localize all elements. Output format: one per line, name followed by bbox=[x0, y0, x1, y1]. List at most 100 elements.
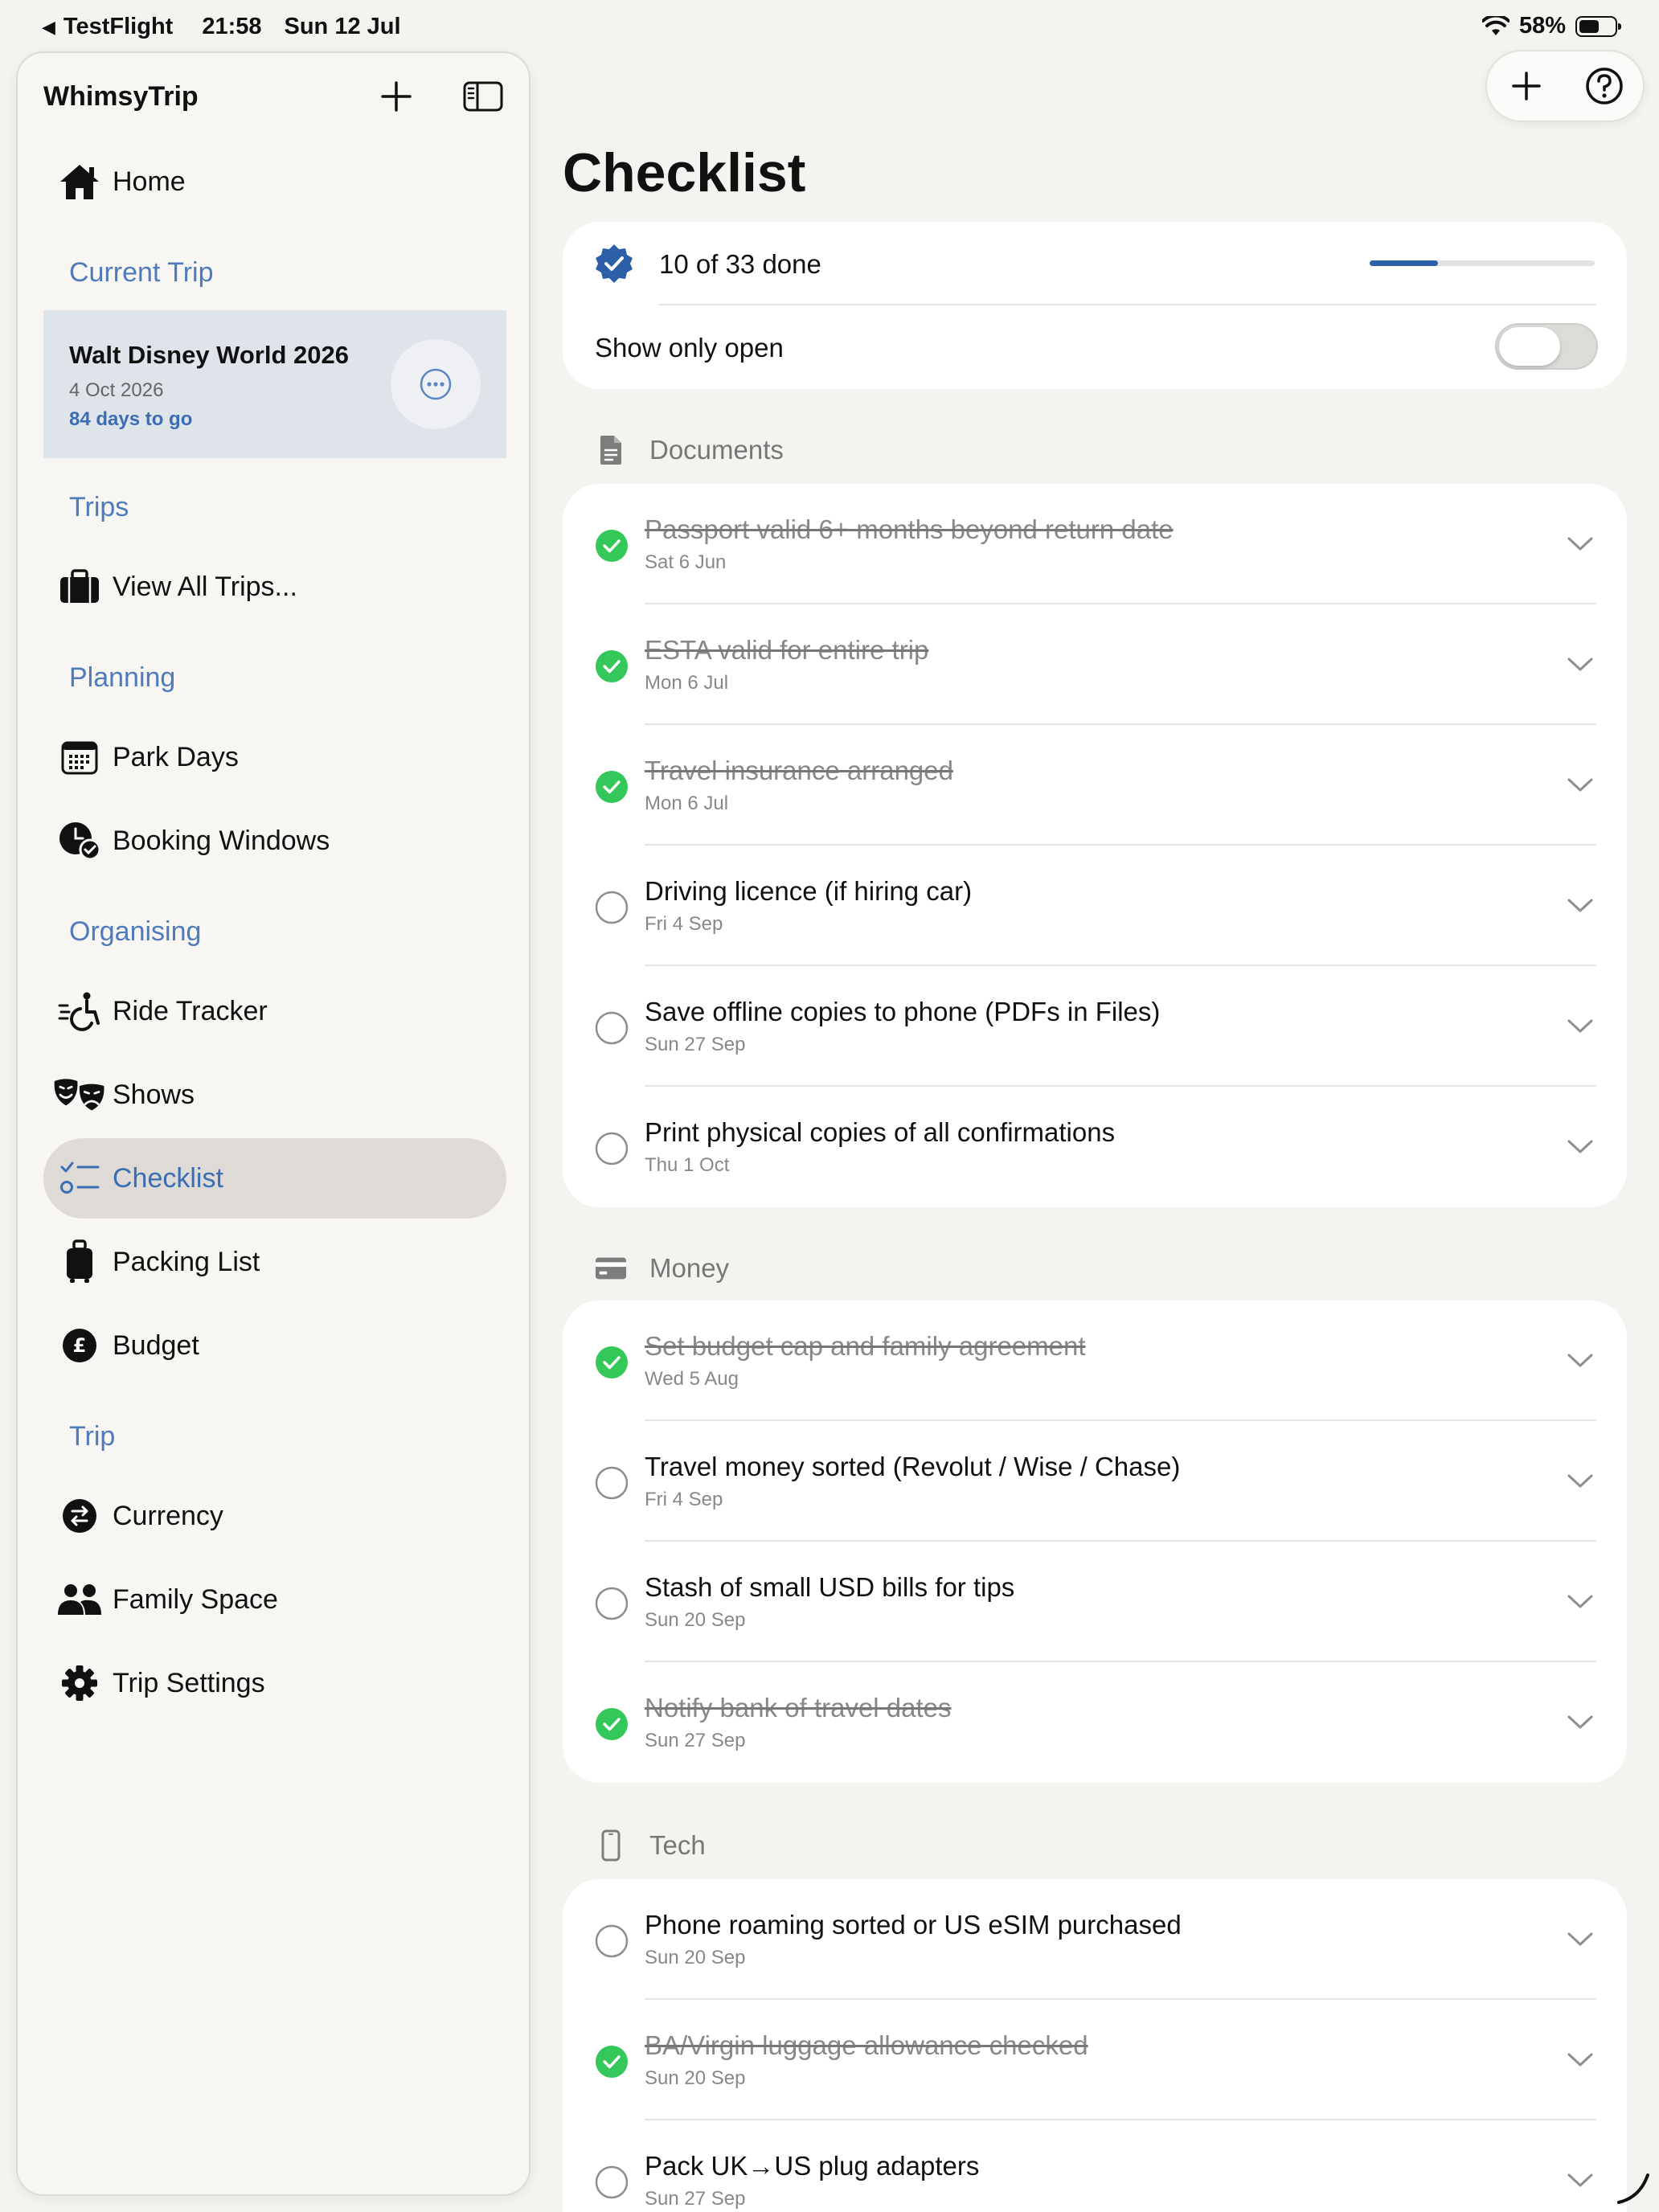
chevron-down-icon[interactable] bbox=[1566, 894, 1595, 916]
empty-circle-icon[interactable] bbox=[595, 1132, 629, 1165]
chevron-down-icon[interactable] bbox=[1566, 1590, 1595, 1612]
progress-bar bbox=[1370, 260, 1595, 266]
more-icon bbox=[420, 368, 452, 400]
empty-circle-icon[interactable] bbox=[595, 891, 629, 924]
checklist-item[interactable]: Print physical copies of all confirmatio… bbox=[563, 1087, 1627, 1207]
sidebar-item-trip-settings[interactable]: Trip Settings bbox=[43, 1643, 506, 1723]
item-date: Sun 27 Sep bbox=[645, 1730, 746, 1751]
battery-fill bbox=[1579, 19, 1600, 33]
sidebar-item-currency[interactable]: Currency bbox=[43, 1476, 506, 1556]
checkmark-circle-icon[interactable] bbox=[595, 649, 629, 683]
sidebar-item-label: Family Space bbox=[113, 1583, 278, 1615]
checkmark-circle-icon[interactable] bbox=[595, 1346, 629, 1379]
chevron-down-icon[interactable] bbox=[1566, 653, 1595, 675]
sidebar-item-packing-list[interactable]: Packing List bbox=[43, 1222, 506, 1302]
item-title: Passport valid 6+ months beyond return d… bbox=[645, 514, 1174, 544]
chevron-down-icon[interactable] bbox=[1566, 1349, 1595, 1371]
item-title: Stash of small USD bills for tips bbox=[645, 1572, 1015, 1602]
trip-more-button[interactable] bbox=[391, 339, 481, 429]
checklist-item[interactable]: Pack UK→US plug adapters Sun 27 Sep bbox=[563, 2120, 1627, 2212]
sidebar-item-label: Booking Windows bbox=[113, 825, 330, 856]
back-app-label[interactable]: TestFlight bbox=[63, 14, 173, 40]
section-heading-organising: Organising bbox=[69, 916, 202, 947]
sidebar-item-label: Packing List bbox=[113, 1246, 260, 1277]
sidebar-toggle-button[interactable] bbox=[463, 79, 503, 114]
trip-date: 4 Oct 2026 bbox=[69, 379, 164, 401]
battery-icon bbox=[1575, 15, 1621, 37]
svg-text:£: £ bbox=[73, 1334, 87, 1357]
show-only-open-toggle[interactable] bbox=[1495, 323, 1598, 370]
empty-circle-icon[interactable] bbox=[595, 1587, 629, 1620]
checklist-item[interactable]: Phone roaming sorted or US eSIM purchase… bbox=[563, 1879, 1627, 2000]
chevron-down-icon[interactable] bbox=[1566, 1710, 1595, 1733]
checkmark-circle-icon[interactable] bbox=[595, 529, 629, 563]
checklist-item[interactable]: Driving licence (if hiring car) Fri 4 Se… bbox=[563, 846, 1627, 966]
chevron-down-icon[interactable] bbox=[1566, 773, 1595, 796]
item-title: Travel insurance arranged bbox=[645, 756, 953, 785]
checklist-item[interactable]: Passport valid 6+ months beyond return d… bbox=[563, 484, 1627, 604]
empty-circle-icon[interactable] bbox=[595, 1466, 629, 1500]
empty-circle-icon[interactable] bbox=[595, 2165, 629, 2199]
add-trip-button[interactable] bbox=[376, 79, 416, 114]
trip-name: Walt Disney World 2026 bbox=[69, 341, 349, 369]
category-label: Documents bbox=[649, 435, 784, 465]
sidebar-item-label: Park Days bbox=[113, 741, 239, 772]
item-date: Thu 1 Oct bbox=[645, 1154, 730, 1176]
people-icon bbox=[53, 1575, 106, 1624]
category-heading-tech: Tech bbox=[595, 1828, 706, 1863]
chevron-down-icon[interactable] bbox=[1566, 1014, 1595, 1037]
chevron-down-icon[interactable] bbox=[1566, 532, 1595, 555]
plus-icon bbox=[1511, 72, 1541, 100]
item-title: ESTA valid for entire trip bbox=[645, 635, 929, 665]
sidebar-item-label: Trip Settings bbox=[113, 1667, 265, 1698]
question-mark-icon bbox=[1585, 68, 1623, 104]
empty-circle-icon[interactable] bbox=[595, 1011, 629, 1045]
chevron-down-icon[interactable] bbox=[1566, 1469, 1595, 1492]
sidebar-item-budget[interactable]: £ Budget bbox=[43, 1305, 506, 1386]
item-title: Driving licence (if hiring car) bbox=[645, 876, 973, 906]
sidebar-item-view-all-trips[interactable]: View All Trips... bbox=[43, 547, 506, 627]
checklist-item[interactable]: BA/Virgin luggage allowance checked Sun … bbox=[563, 2000, 1627, 2120]
toggle-knob[interactable] bbox=[1499, 327, 1560, 366]
chevron-down-icon[interactable] bbox=[1566, 2048, 1595, 2071]
checklist-item[interactable]: ESTA valid for entire trip Mon 6 Jul bbox=[563, 604, 1627, 725]
sidebar-item-ride-tracker[interactable]: Ride Tracker bbox=[43, 971, 506, 1051]
category-heading-money: Money bbox=[595, 1251, 729, 1286]
empty-circle-icon[interactable] bbox=[595, 1924, 629, 1958]
sidebar-item-label: View All Trips... bbox=[113, 571, 297, 602]
sidebar-item-checklist[interactable]: Checklist bbox=[43, 1138, 506, 1219]
document-icon bbox=[595, 432, 627, 468]
item-date: Mon 6 Jul bbox=[645, 793, 729, 814]
sidebar-item-booking-windows[interactable]: Booking Windows bbox=[43, 801, 506, 881]
checklist-item[interactable]: Notify bank of travel dates Sun 27 Sep bbox=[563, 1662, 1627, 1783]
checkmark-circle-icon[interactable] bbox=[595, 1707, 629, 1741]
item-date: Sun 20 Sep bbox=[645, 1947, 746, 1968]
checkmark-circle-icon[interactable] bbox=[595, 2045, 629, 2079]
item-title: Print physical copies of all confirmatio… bbox=[645, 1117, 1116, 1147]
add-item-button[interactable] bbox=[1498, 58, 1555, 114]
back-arrow-icon[interactable]: ◀ bbox=[42, 17, 55, 38]
checklist-item[interactable]: Stash of small USD bills for tips Sun 20… bbox=[563, 1542, 1627, 1662]
divider bbox=[659, 304, 1596, 305]
current-trip-card[interactable]: Walt Disney World 2026 4 Oct 2026 84 day… bbox=[43, 310, 506, 458]
item-date: Sun 27 Sep bbox=[645, 2188, 746, 2210]
chevron-down-icon[interactable] bbox=[1566, 2169, 1595, 2191]
battery-percent: 58% bbox=[1518, 13, 1566, 39]
checklist-item[interactable]: Travel insurance arranged Mon 6 Jul bbox=[563, 725, 1627, 846]
checklist-item[interactable]: Set budget cap and family agreement Wed … bbox=[563, 1301, 1627, 1421]
sidebar-item-family-space[interactable]: Family Space bbox=[43, 1559, 506, 1640]
checklist-item[interactable]: Travel money sorted (Revolut / Wise / Ch… bbox=[563, 1421, 1627, 1542]
help-button[interactable] bbox=[1576, 58, 1632, 114]
clock-check-icon bbox=[53, 817, 106, 865]
checkmark-circle-icon[interactable] bbox=[595, 770, 629, 804]
sidebar-header: WhimsyTrip bbox=[43, 71, 503, 122]
checklist-item[interactable]: Save offline copies to phone (PDFs in Fi… bbox=[563, 966, 1627, 1087]
sidebar-item-shows[interactable]: Shows bbox=[43, 1055, 506, 1135]
chevron-down-icon[interactable] bbox=[1566, 1135, 1595, 1157]
sidebar-item-park-days[interactable]: Park Days bbox=[43, 717, 506, 797]
suitcase-icon bbox=[53, 563, 106, 611]
sidebar-item-home[interactable]: Home bbox=[43, 141, 506, 222]
status-bar: ◀ TestFlight 21:58 Sun 12 Jul 58% bbox=[0, 0, 1659, 51]
item-title: BA/Virgin luggage allowance checked bbox=[645, 2030, 1088, 2060]
chevron-down-icon[interactable] bbox=[1566, 1927, 1595, 1950]
